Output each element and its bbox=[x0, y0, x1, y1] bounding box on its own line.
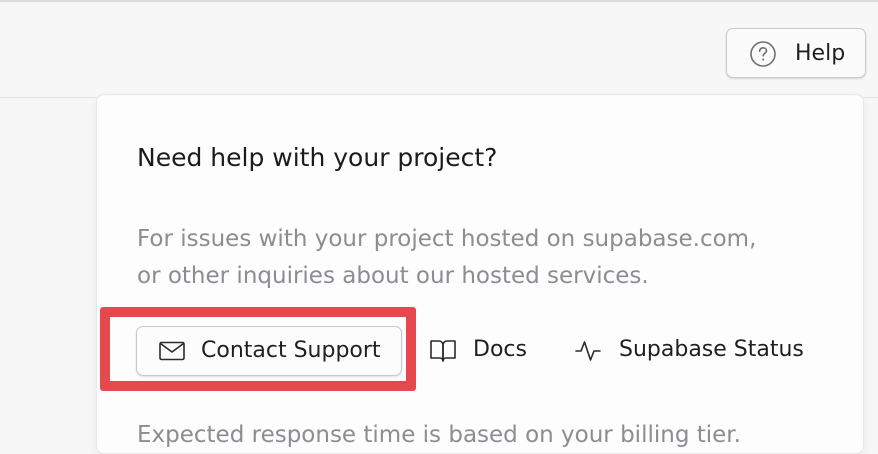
panel-description-line: For issues with your project hosted on s… bbox=[137, 226, 757, 252]
book-open-icon bbox=[430, 340, 456, 362]
response-time-note: Expected response time is based on your … bbox=[137, 422, 741, 448]
top-bar: Help bbox=[0, 0, 878, 98]
contact-support-label: Contact Support bbox=[201, 338, 381, 363]
supabase-status-link[interactable]: Supabase Status bbox=[573, 326, 823, 376]
panel-title: Need help with your project? bbox=[137, 143, 498, 172]
help-circle-icon bbox=[750, 41, 776, 67]
help-button-label: Help bbox=[795, 41, 846, 66]
panel-description: For issues with your project hosted on s… bbox=[137, 221, 837, 295]
contact-support-button[interactable]: Contact Support bbox=[136, 326, 402, 376]
help-panel: Need help with your project? For issues … bbox=[96, 94, 864, 454]
mail-icon bbox=[159, 341, 185, 361]
supabase-status-label: Supabase Status bbox=[619, 337, 804, 362]
activity-icon bbox=[575, 341, 601, 361]
docs-link[interactable]: Docs bbox=[427, 326, 537, 376]
help-button[interactable]: Help bbox=[726, 28, 866, 78]
docs-label: Docs bbox=[473, 337, 527, 362]
panel-description-line: or other inquiries about our hosted serv… bbox=[137, 263, 649, 289]
